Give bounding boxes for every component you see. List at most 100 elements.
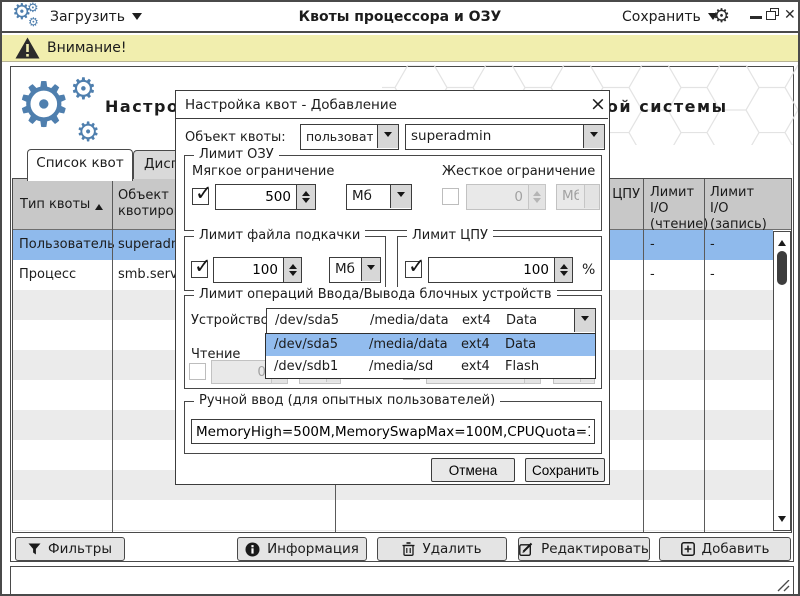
maximize-button[interactable]	[766, 8, 781, 23]
manual-input-field[interactable]	[191, 419, 595, 444]
scroll-down-icon[interactable]	[778, 516, 786, 526]
option-device-path: /dev/sda5	[274, 334, 369, 356]
delete-button[interactable]: Удалить	[377, 537, 507, 561]
app-gears-logo-icon: ⚙	[16, 68, 72, 141]
soft-limit-input[interactable]	[215, 184, 297, 210]
col-header-type[interactable]: Тип квоты	[20, 197, 90, 213]
settings-gear-icon[interactable]: ⚙	[713, 5, 730, 27]
device-option[interactable]: /dev/sdb1 /media/sd ext4 Flash	[266, 356, 595, 378]
ram-limit-group: Лимит ОЗУ Мягкое ограничение Мб Жесткое …	[184, 155, 602, 231]
swap-limit-input[interactable]	[213, 257, 284, 283]
hard-limit-label: Жесткое ограничение	[442, 164, 595, 179]
hard-limit-checkbox[interactable]	[442, 188, 459, 205]
cell-io-write: -	[710, 260, 715, 290]
app-gears-logo-small2-icon: ⚙	[76, 117, 100, 148]
status-bar	[10, 566, 794, 595]
warning-text: Внимание!	[47, 40, 126, 56]
minimize-button[interactable]	[750, 16, 762, 19]
cpu-limit-input[interactable]	[428, 257, 555, 283]
edit-button[interactable]: Редактировать	[518, 537, 650, 561]
cpu-limit-group: Лимит ЦПУ %	[397, 236, 602, 291]
ram-limit-legend: Лимит ОЗУ	[194, 147, 279, 162]
hard-limit-input[interactable]	[466, 184, 529, 210]
device-dropdown-list: /dev/sda5 /media/data ext4 Data /dev/sdb…	[265, 333, 596, 379]
sort-ascending-icon	[95, 200, 103, 210]
app-window: ⚙ ⚙ ⚙ Загрузить Квоты процессора и ОЗУ С…	[0, 0, 800, 596]
swap-limit-spinner[interactable]	[283, 257, 302, 283]
dropdown-arrow-icon[interactable]	[583, 125, 604, 148]
filters-button[interactable]: Фильтры	[15, 537, 125, 561]
option-device-path: /dev/sdb1	[274, 356, 369, 378]
add-button[interactable]: Добавить	[659, 537, 791, 561]
titlebar: ⚙ ⚙ ⚙ Загрузить Квоты процессора и ОЗУ С…	[2, 2, 798, 33]
soft-limit-spinner[interactable]	[296, 184, 316, 210]
device-select[interactable]: /dev/sda5 /media/data ext4 Data	[266, 308, 596, 334]
device-path: /dev/sda5	[275, 309, 370, 332]
io-read-checkbox[interactable]	[189, 363, 206, 380]
warning-triangle-icon	[15, 37, 40, 59]
dropdown-arrow-icon[interactable]	[377, 125, 398, 148]
cpu-limit-spinner[interactable]	[554, 257, 573, 283]
warning-banner: Внимание!	[2, 35, 798, 62]
soft-unit-select[interactable]: Мб	[346, 184, 412, 210]
resize-grip-icon[interactable]	[777, 580, 790, 592]
scroll-up-icon[interactable]	[778, 236, 786, 246]
dropdown-arrow-icon	[584, 185, 599, 208]
cell-io-read: -	[650, 230, 655, 260]
save-menu-button[interactable]: Сохранить	[622, 2, 718, 33]
trash-icon	[402, 542, 415, 556]
save-menu-label: Сохранить	[622, 9, 701, 25]
cell-io-write: -	[710, 230, 715, 260]
cancel-button[interactable]: Отмена	[431, 458, 515, 482]
swap-limit-group: Лимит файла подкачки Мб	[184, 236, 386, 291]
filter-funnel-icon	[28, 543, 41, 555]
tab-quota-list[interactable]: Список квот	[27, 149, 133, 181]
quota-type-value: пользователь	[301, 125, 373, 148]
app-gears-logo-small-icon: ⚙	[70, 72, 97, 107]
dialog-close-icon[interactable]: ×	[590, 93, 606, 115]
device-selected-value: /dev/sda5 /media/data ext4 Data	[267, 309, 567, 332]
device-option-selected[interactable]: /dev/sda5 /media/data ext4 Data	[266, 334, 595, 356]
app-logo-gear-small-icon: ⚙	[27, 1, 39, 16]
cpu-limit-checkbox[interactable]	[405, 261, 422, 278]
option-device-mount: /media/sd	[369, 356, 461, 378]
cpu-unit-label: %	[582, 262, 595, 278]
hard-limit-spinner	[528, 184, 546, 210]
col-header-io-read[interactable]: Лимит I/O (чтение)	[650, 185, 702, 233]
dropdown-arrow-icon[interactable]	[574, 309, 595, 332]
scrollbar-thumb[interactable]	[777, 251, 787, 285]
quota-name-value: superadmin	[406, 125, 578, 148]
quota-type-select[interactable]: пользователь	[300, 124, 399, 150]
cell-type: Пользователь	[19, 230, 115, 260]
cell-type: Процесс	[19, 260, 76, 290]
info-button[interactable]: Информация	[237, 537, 367, 561]
quota-dialog: Настройка квот - Добавление × Объект кво…	[175, 90, 610, 485]
close-window-icon[interactable]: ✕	[784, 7, 796, 23]
hard-unit-select: Мб	[556, 184, 600, 210]
io-read-input[interactable]	[211, 360, 272, 384]
table-scrollbar[interactable]	[773, 231, 791, 531]
dropdown-arrow-icon[interactable]	[361, 258, 380, 281]
swap-limit-checkbox[interactable]	[191, 261, 208, 278]
column-divider	[643, 179, 644, 532]
manual-input-group: Ручной ввод (для опытных пользователей)	[184, 401, 602, 454]
maximize-front-square	[766, 11, 776, 20]
col-header-io-write[interactable]: Лимит I/O (запись)	[710, 185, 766, 233]
io-limit-legend: Лимит операций Ввода/Вывода блочных устр…	[194, 287, 557, 302]
delete-label: Удалить	[422, 541, 481, 557]
add-plus-icon	[681, 542, 695, 556]
load-menu-button[interactable]: Загрузить	[50, 2, 142, 33]
manual-input-legend: Ручной ввод (для опытных пользователей)	[194, 393, 500, 408]
dialog-save-button[interactable]: Сохранить	[525, 458, 605, 482]
swap-unit-select[interactable]: Мб	[329, 257, 381, 283]
quota-name-select[interactable]: superadmin	[405, 124, 605, 150]
swap-limit-legend: Лимит файла подкачки	[194, 228, 365, 243]
dropdown-arrow-icon[interactable]	[390, 185, 411, 208]
filters-label: Фильтры	[48, 541, 112, 557]
soft-limit-checkbox[interactable]	[192, 188, 209, 205]
quota-object-label: Объект квоты:	[185, 130, 286, 145]
option-device-fs: ext4	[461, 356, 505, 378]
soft-unit-value: Мб	[347, 185, 387, 208]
dialog-title: Настройка квот - Добавление	[185, 97, 397, 113]
device-mount: /media/data	[370, 309, 462, 332]
